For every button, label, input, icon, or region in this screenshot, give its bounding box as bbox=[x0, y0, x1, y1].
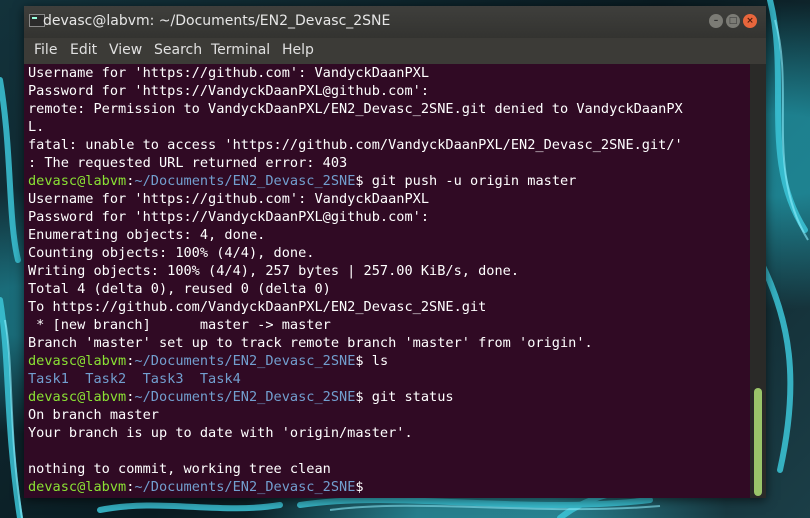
prompt-symbol: $ bbox=[355, 389, 364, 405]
output-line: Enumerating objects: 4, done. bbox=[28, 227, 266, 243]
menu-search[interactable]: Search bbox=[154, 42, 202, 58]
menu-file[interactable]: File bbox=[34, 42, 57, 58]
output-line: To https://github.com/VandyckDaanPXL/EN2… bbox=[28, 299, 487, 315]
active-command-line[interactable]: devasc@labvm:~/Documents/EN2_Devasc_2SNE… bbox=[28, 478, 364, 496]
menu-terminal[interactable]: Terminal bbox=[211, 42, 270, 58]
scrollbar[interactable] bbox=[750, 64, 766, 498]
window-title: devasc@labvm: ~/Documents/EN2_Devasc_2SN… bbox=[43, 13, 391, 29]
prompt-symbol: $ bbox=[355, 353, 364, 369]
prompt-path: ~/Documents/EN2_Devasc_2SNE bbox=[134, 479, 356, 495]
prompt-path: ~/Documents/EN2_Devasc_2SNE bbox=[134, 389, 356, 405]
maximize-button[interactable]: □ bbox=[726, 14, 740, 28]
prompt-user: devasc@labvm bbox=[28, 173, 127, 189]
output-line: nothing to commit, working tree clean bbox=[28, 461, 331, 477]
output-line: Your branch is up to date with 'origin/m… bbox=[28, 425, 413, 441]
prompt-symbol: $ bbox=[355, 173, 364, 189]
output-line: On branch master bbox=[28, 407, 159, 423]
terminal-window: devasc@labvm: ~/Documents/EN2_Devasc_2SN… bbox=[24, 6, 766, 498]
title-bar[interactable]: devasc@labvm: ~/Documents/EN2_Devasc_2SN… bbox=[24, 6, 766, 38]
output-line: L. bbox=[28, 119, 45, 135]
command-text: ls bbox=[363, 353, 389, 369]
output-line: * [new branch] master -> master bbox=[28, 317, 331, 333]
terminal-output[interactable]: Username for 'https://github.com': Vandy… bbox=[24, 64, 750, 498]
output-line: remote: Permission to VandyckDaanPXL/EN2… bbox=[28, 101, 683, 117]
prompt-user: devasc@labvm bbox=[28, 479, 127, 495]
command-line: devasc@labvm:~/Documents/EN2_Devasc_2SNE… bbox=[28, 388, 454, 406]
command-line: devasc@labvm:~/Documents/EN2_Devasc_2SNE… bbox=[28, 352, 388, 370]
output-line: Branch 'master' set up to track remote b… bbox=[28, 335, 593, 351]
output-line: Username for 'https://github.com': Vandy… bbox=[28, 65, 430, 81]
command-text: git status bbox=[363, 389, 454, 405]
output-line: : The requested URL returned error: 403 bbox=[28, 155, 348, 171]
prompt-user: devasc@labvm bbox=[28, 389, 127, 405]
menu-view[interactable]: View bbox=[109, 42, 142, 58]
ls-output-line: Task1 Task2 Task3 Task4 bbox=[28, 371, 241, 387]
prompt-user: devasc@labvm bbox=[28, 353, 127, 369]
output-line: Counting objects: 100% (4/4), done. bbox=[28, 245, 315, 261]
prompt-symbol: $ bbox=[355, 479, 364, 495]
command-line: devasc@labvm:~/Documents/EN2_Devasc_2SNE… bbox=[28, 172, 576, 190]
scrollbar-thumb[interactable] bbox=[754, 388, 762, 496]
menu-bar: File Edit View Search Terminal Help bbox=[24, 38, 766, 64]
output-line: Password for 'https://VandyckDaanPXL@git… bbox=[28, 83, 430, 99]
menu-help[interactable]: Help bbox=[282, 42, 314, 58]
output-line: Writing objects: 100% (4/4), 257 bytes |… bbox=[28, 263, 520, 279]
close-button[interactable]: × bbox=[743, 14, 757, 28]
output-line: fatal: unable to access 'https://github.… bbox=[28, 137, 683, 153]
output-line: Password for 'https://VandyckDaanPXL@git… bbox=[28, 209, 430, 225]
output-line: Username for 'https://github.com': Vandy… bbox=[28, 191, 430, 207]
minimize-button[interactable]: – bbox=[709, 14, 723, 28]
output-line: Total 4 (delta 0), reused 0 (delta 0) bbox=[28, 281, 331, 297]
prompt-path: ~/Documents/EN2_Devasc_2SNE bbox=[134, 173, 356, 189]
command-text: git push -u origin master bbox=[363, 173, 577, 189]
prompt-path: ~/Documents/EN2_Devasc_2SNE bbox=[134, 353, 356, 369]
menu-edit[interactable]: Edit bbox=[70, 42, 97, 58]
